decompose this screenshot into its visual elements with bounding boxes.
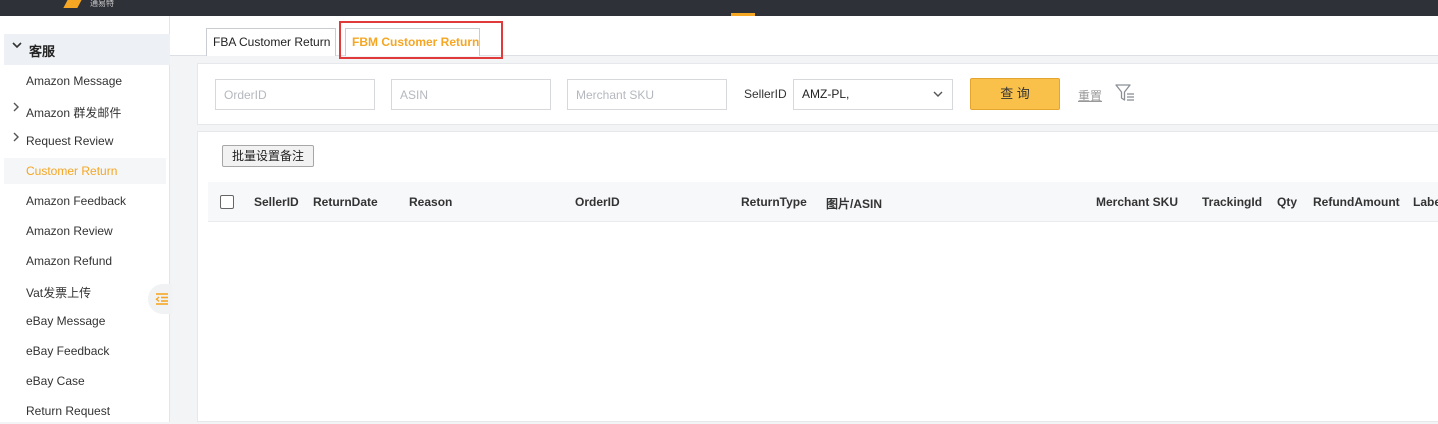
sidebar-item-ebay-feedback[interactable]: eBay Feedback <box>4 338 166 364</box>
sidebar-item-label: Amazon Review <box>26 224 113 238</box>
column-header-qty[interactable]: Qty <box>1277 195 1297 209</box>
chevron-down-icon <box>12 39 22 53</box>
sidebar-item-customer-return[interactable]: Customer Return <box>4 158 166 184</box>
merchant-sku-input[interactable] <box>567 79 727 110</box>
sidebar-group-label: 客服 <box>29 44 56 59</box>
column-header-trackingid[interactable]: TrackingId <box>1202 195 1262 209</box>
sidebar-item-label: eBay Case <box>26 374 85 388</box>
orderid-input[interactable] <box>215 79 375 110</box>
sidebar-item-vat-invoice-upload[interactable]: Vat发票上传 <box>4 278 166 304</box>
sidebar-item-amazon-message[interactable]: Amazon Message <box>4 68 166 94</box>
sellerid-select[interactable]: AMZ-PL, <box>793 79 953 110</box>
column-header-returndate[interactable]: ReturnDate <box>313 195 378 209</box>
sidebar-item-ebay-case[interactable]: eBay Case <box>4 368 166 394</box>
bulk-set-remark-button[interactable]: 批量设置备注 <box>222 145 315 167</box>
chevron-down-icon <box>932 80 944 120</box>
sidebar-item-ebay-message[interactable]: eBay Message <box>4 308 166 334</box>
asin-input[interactable] <box>391 79 551 110</box>
sidebar-item-label: eBay Message <box>26 314 106 328</box>
sidebar-item-amazon-feedback[interactable]: Amazon Feedback <box>4 188 166 214</box>
logo-text: 通易特 <box>90 0 114 8</box>
select-all-checkbox[interactable] <box>220 195 234 209</box>
sidebar: 客服 Amazon Message Amazon 群发邮件 Request Re… <box>0 16 172 424</box>
sidebar-item-amazon-bulk-mail[interactable]: Amazon 群发邮件 <box>4 98 166 124</box>
sidebar-item-label: Customer Return <box>26 164 118 178</box>
sidebar-item-request-review[interactable]: Request Review <box>4 128 166 154</box>
sidebar-item-label: Vat发票上传 <box>26 286 92 300</box>
column-header-image-asin[interactable]: 图片/ASIN <box>826 195 882 212</box>
collapse-menu-icon <box>155 293 168 305</box>
sidebar-item-label: Return Request <box>26 404 111 418</box>
top-bar: 通易特 <box>0 0 1438 16</box>
tab-bar: FBA Customer Return FBM Customer Return <box>170 16 1438 59</box>
sidebar-item-label: eBay Feedback <box>26 344 110 358</box>
sidebar-item-return-request[interactable]: Return Request <box>4 398 166 424</box>
query-button[interactable]: 查 询 <box>970 78 1060 110</box>
sidebar-item-label: Amazon Message <box>26 74 123 88</box>
sellerid-label: SellerID <box>744 87 787 101</box>
table-header: SellerID ReturnDate Reason OrderID Retur… <box>208 182 1438 222</box>
sidebar-item-label: Amazon Refund <box>26 254 113 268</box>
sidebar-item-amazon-refund[interactable]: Amazon Refund <box>4 248 166 274</box>
highlight-box <box>339 21 503 59</box>
tab-fba-customer-return[interactable]: FBA Customer Return <box>206 28 336 56</box>
column-header-returntype[interactable]: ReturnType <box>741 195 807 209</box>
results-panel: 批量设置备注 SellerID ReturnDate Reason OrderI… <box>197 131 1438 422</box>
logo-icon <box>63 0 83 8</box>
search-panel: SellerID AMZ-PL, 查 询 重置 <box>197 63 1438 125</box>
sidebar-item-amazon-review[interactable]: Amazon Review <box>4 218 166 244</box>
column-header-merchant-sku[interactable]: Merchant SKU <box>1096 195 1178 209</box>
column-header-sellerid[interactable]: SellerID <box>254 195 299 209</box>
filter-icon[interactable] <box>1114 82 1136 107</box>
sidebar-collapse-button[interactable] <box>148 284 172 314</box>
sellerid-select-value: AMZ-PL, <box>802 87 850 101</box>
column-header-reason[interactable]: Reason <box>409 195 452 209</box>
sidebar-item-label: Amazon Feedback <box>26 194 127 208</box>
sidebar-group-customer-service[interactable]: 客服 <box>4 34 170 65</box>
sidebar-item-label: Request Review <box>26 134 114 148</box>
reset-link[interactable]: 重置 <box>1078 87 1102 104</box>
chevron-right-icon <box>12 132 20 145</box>
sidebar-item-label: Amazon 群发邮件 <box>26 106 122 120</box>
column-header-orderid[interactable]: OrderID <box>575 195 620 209</box>
chevron-right-icon <box>12 102 20 115</box>
column-header-refundamount[interactable]: RefundAmount <box>1313 195 1400 209</box>
column-header-label[interactable]: Label <box>1413 195 1438 209</box>
